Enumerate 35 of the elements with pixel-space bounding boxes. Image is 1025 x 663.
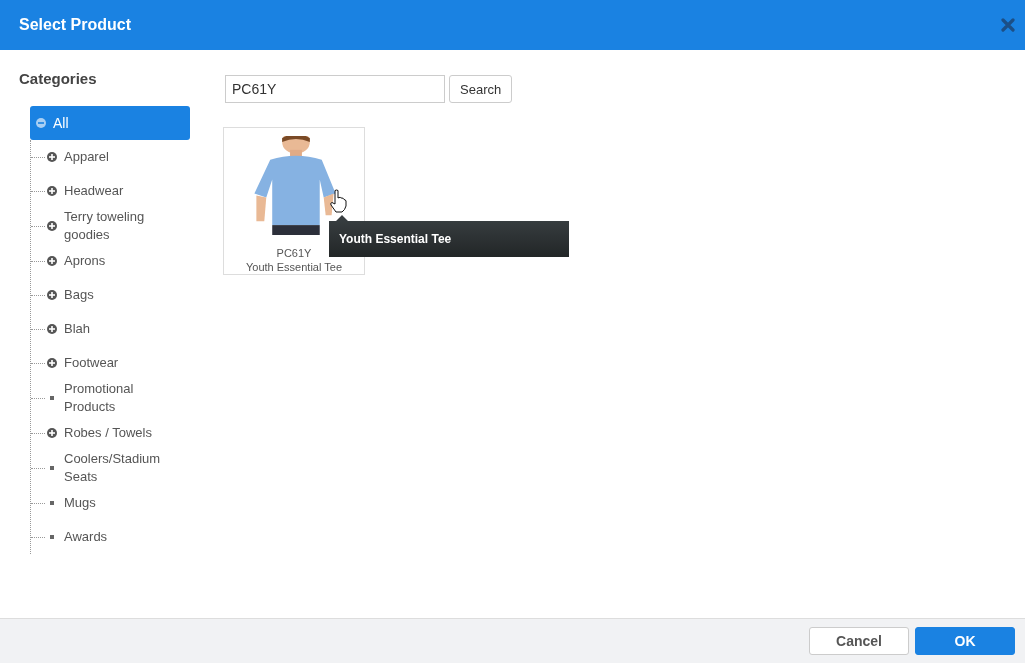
tree-item[interactable]: Bags: [64, 286, 174, 304]
cancel-button[interactable]: Cancel: [809, 627, 909, 655]
expand-icon[interactable]: [47, 290, 57, 300]
tree-item[interactable]: Footwear: [64, 354, 174, 372]
hand-cursor-icon: [329, 189, 347, 213]
tree-item[interactable]: Promotional Products: [64, 380, 174, 416]
product-code: PC61Y: [276, 246, 312, 260]
tree-item[interactable]: Robes / Towels: [64, 424, 174, 442]
expand-icon[interactable]: [47, 358, 57, 368]
tree-item[interactable]: Headwear: [64, 182, 174, 200]
bullet-icon: [47, 463, 57, 473]
bullet-icon: [47, 393, 57, 403]
expand-icon[interactable]: [47, 428, 57, 438]
search-field[interactable]: PC61Y: [225, 75, 445, 103]
tree-item[interactable]: Apparel: [64, 148, 174, 166]
tree-item[interactable]: Blah: [64, 320, 174, 338]
dialog-title: Select Product: [19, 16, 132, 34]
tree-item[interactable]: All: [30, 106, 190, 140]
tooltip: Youth Essential Tee: [329, 215, 569, 257]
tree-item[interactable]: Awards: [64, 528, 174, 546]
ok-button[interactable]: OK: [915, 627, 1015, 655]
expand-icon[interactable]: [47, 221, 57, 231]
tree-item[interactable]: Aprons: [64, 252, 174, 270]
tree-item[interactable]: Terry toweling goodies: [64, 208, 174, 244]
expand-icon[interactable]: [47, 152, 57, 162]
expand-icon[interactable]: [47, 186, 57, 196]
categories-heading: Categories: [19, 70, 97, 87]
tree-item[interactable]: Mugs: [64, 494, 174, 512]
expand-icon[interactable]: [47, 324, 57, 334]
product-name: Youth Essential Tee: [246, 260, 342, 274]
expand-icon[interactable]: [47, 256, 57, 266]
bullet-icon: [47, 532, 57, 542]
tree-item[interactable]: Coolers/Stadium Seats: [64, 450, 174, 486]
search-button[interactable]: Search: [449, 75, 513, 103]
bullet-icon: [47, 498, 57, 508]
